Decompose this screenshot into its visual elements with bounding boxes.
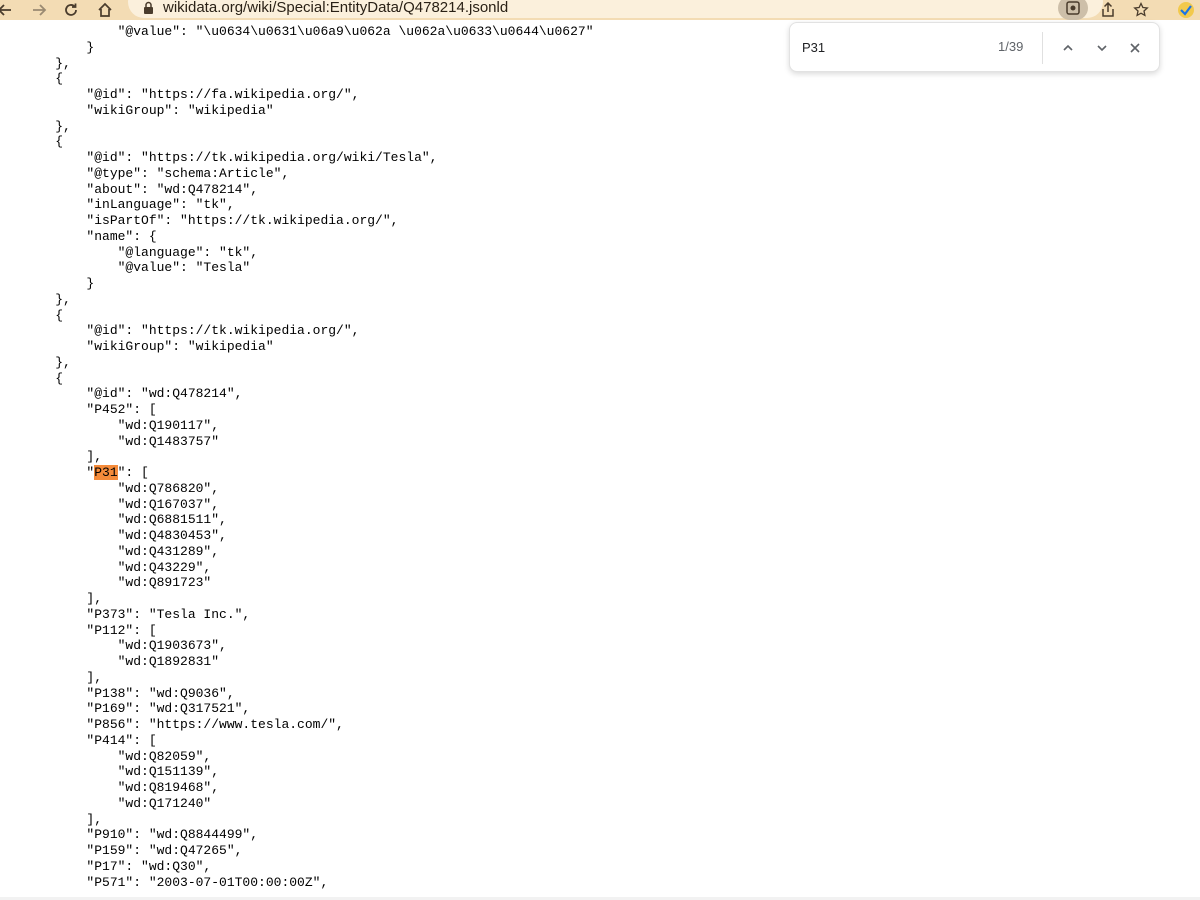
code-line: "@type": "schema:Article", bbox=[24, 165, 290, 181]
code-line: "wd:Q1903673", bbox=[24, 638, 227, 654]
code-line: { bbox=[24, 71, 64, 87]
code-line: "P31": [ bbox=[0, 465, 594, 481]
find-input[interactable] bbox=[802, 37, 972, 57]
code-line: "isPartOf": "https://tk.wikipedia.org/", bbox=[24, 213, 399, 228]
lock-icon[interactable] bbox=[143, 1, 154, 20]
code-line: "about": "wd:Q478214", bbox=[24, 181, 259, 197]
extension-badge-icon[interactable] bbox=[1172, 0, 1200, 20]
code-text: ": [ bbox=[117, 465, 149, 480]
find-close-icon[interactable] bbox=[1123, 36, 1147, 60]
code-line: { bbox=[24, 370, 64, 386]
code-line: "wd:Q167037", bbox=[24, 496, 220, 512]
code-line: "wikiGroup": "wikipedia" bbox=[24, 339, 274, 354]
code-line: "wd:Q1483757" bbox=[24, 433, 220, 449]
code-line: "@id": "https://tk.wikipedia.org/", bbox=[24, 323, 360, 339]
code-line: "P414": [ bbox=[24, 732, 157, 748]
code-line: "P571": "2003-07-01T00:00:00Z", bbox=[24, 874, 329, 890]
code-line: "wd:Q151139", bbox=[24, 764, 220, 780]
star-icon[interactable] bbox=[1130, 0, 1152, 20]
code-line: } bbox=[24, 39, 95, 55]
url-text[interactable]: wikidata.org/wiki/Special:EntityData/Q47… bbox=[163, 0, 508, 16]
find-bar: 1/39 bbox=[789, 22, 1160, 72]
code-line: }, bbox=[24, 291, 71, 307]
code-line: }, bbox=[24, 118, 71, 134]
code-line: "wd:Q431289", bbox=[24, 543, 220, 559]
code-line: "P856": "https://www.tesla.com/", bbox=[24, 717, 344, 732]
code-line: "wd:Q6881511", bbox=[24, 512, 227, 528]
find-previous-icon[interactable] bbox=[1056, 36, 1080, 60]
home-icon[interactable] bbox=[94, 0, 116, 20]
code-line: "@id": "wd:Q478214", bbox=[24, 386, 243, 402]
code-line: ], bbox=[24, 811, 103, 827]
code-line: { bbox=[24, 307, 64, 323]
code-line: "P159": "wd:Q47265", bbox=[24, 843, 243, 858]
code-line: "name": { bbox=[24, 228, 157, 244]
code-line: "wd:Q171240" bbox=[24, 795, 212, 811]
code-text: " bbox=[24, 465, 95, 480]
code-line: "wd:Q819468", bbox=[24, 780, 220, 795]
back-icon[interactable] bbox=[0, 0, 16, 20]
code-line: "@value": "\u0634\u0631\u06a9\u062a \u06… bbox=[24, 24, 594, 39]
reload-icon[interactable] bbox=[60, 0, 82, 20]
code-line: "wd:Q891723" bbox=[24, 575, 212, 591]
code-line: "P17": "wd:Q30", bbox=[24, 858, 212, 874]
code-line: "P452": [ bbox=[24, 402, 157, 417]
code-line: "P112": [ bbox=[24, 622, 157, 638]
code-line: }, bbox=[24, 55, 71, 71]
extension-icon[interactable] bbox=[1058, 0, 1088, 20]
code-line: "P373": "Tesla Inc.", bbox=[24, 606, 251, 622]
code-line: "inLanguage": "tk", bbox=[24, 197, 235, 213]
find-match-highlight: P31 bbox=[94, 465, 118, 480]
code-line: "wikiGroup": "wikipedia" bbox=[24, 102, 274, 118]
code-line: "@value": "Tesla" bbox=[24, 260, 251, 276]
code-line: "P910": "wd:Q8844499", bbox=[24, 827, 259, 843]
code-line: "@id": "https://tk.wikipedia.org/wiki/Te… bbox=[24, 150, 438, 165]
find-match-count: 1/39 bbox=[998, 39, 1024, 54]
code-line: ], bbox=[24, 591, 103, 606]
code-line: ], bbox=[24, 449, 103, 465]
json-document: "@value": "\u0634\u0631\u06a9\u062a \u06… bbox=[0, 24, 594, 890]
code-line: { bbox=[24, 134, 64, 150]
share-icon[interactable] bbox=[1098, 0, 1118, 20]
code-line: "wd:Q43229", bbox=[24, 559, 212, 575]
find-separator bbox=[1042, 32, 1043, 64]
code-line: "wd:Q190117", bbox=[24, 417, 220, 433]
code-line: "@id": "https://fa.wikipedia.org/", bbox=[24, 87, 360, 102]
code-line: "wd:Q82059", bbox=[24, 748, 212, 764]
browser-toolbar: wikidata.org/wiki/Special:EntityData/Q47… bbox=[0, 0, 1200, 20]
code-line: "P138": "wd:Q9036", bbox=[24, 685, 235, 701]
code-line: "P169": "wd:Q317521", bbox=[24, 701, 251, 717]
code-line: "wd:Q4830453", bbox=[24, 528, 227, 543]
code-line: "@language": "tk", bbox=[24, 244, 259, 260]
code-line: ], bbox=[24, 669, 103, 685]
code-line: "wd:Q1892831" bbox=[24, 654, 220, 669]
code-line: } bbox=[24, 276, 95, 291]
forward-icon[interactable] bbox=[28, 0, 50, 20]
code-line: }, bbox=[24, 354, 71, 370]
find-next-icon[interactable] bbox=[1090, 36, 1114, 60]
code-line: "wd:Q786820", bbox=[24, 480, 220, 496]
